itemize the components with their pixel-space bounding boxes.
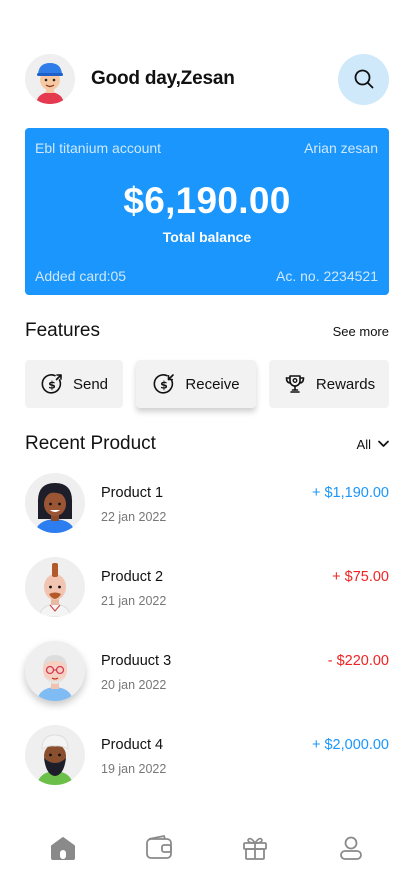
recent-title: Recent Product <box>25 433 156 454</box>
product-date: 20 jan 2022 <box>101 678 167 692</box>
account-number: Ac. no. 2234521 <box>276 268 378 284</box>
product-amount: + $75.00 <box>332 569 389 585</box>
product-name: Product 2 <box>101 569 164 585</box>
product-avatar <box>25 725 85 785</box>
woman-avatar-illustration <box>25 473 85 533</box>
wallet-home-screen: Good day,Zesan Ebl titanium account Aria… <box>0 0 414 896</box>
receive-dollar-icon: $ <box>154 374 175 394</box>
receive-button[interactable]: $ Receive <box>136 360 256 408</box>
balance-card[interactable]: Ebl titanium account Arian zesan $6,190.… <box>25 128 389 295</box>
nav-gift[interactable] <box>239 832 271 864</box>
svg-text:$: $ <box>48 379 56 392</box>
receive-label: Receive <box>185 375 240 393</box>
product-date: 19 jan 2022 <box>101 762 167 776</box>
product-amount: + $1,190.00 <box>311 485 389 501</box>
search-button[interactable] <box>338 53 389 105</box>
balance-label: Total balance <box>162 229 252 245</box>
list-item[interactable]: Product 4 19 jan 2022 + $2,000.00 <box>25 725 389 809</box>
gift-icon <box>243 837 267 860</box>
product-amount: + $2,000.00 <box>311 737 389 753</box>
balance-amount: $6,190.00 <box>123 180 291 221</box>
product-avatar <box>25 641 85 701</box>
user-avatar-illustration <box>25 54 75 104</box>
header: Good day,Zesan <box>25 53 389 105</box>
card-bottom-row: Added card:05 Ac. no. 2234521 <box>35 268 378 284</box>
search-icon <box>354 69 373 89</box>
product-name: Produuct 3 <box>101 653 172 669</box>
rewards-label: Rewards <box>315 375 376 393</box>
list-item[interactable]: Product 1 22 jan 2022 + $1,190.00 <box>25 473 389 557</box>
svg-text:$: $ <box>161 379 169 392</box>
nav-profile[interactable] <box>335 832 367 864</box>
product-amount: - $220.00 <box>327 653 389 669</box>
wallet-icon <box>146 834 172 859</box>
rewards-trophy-icon <box>285 375 305 393</box>
send-label: Send <box>72 375 109 393</box>
chevron-down-icon <box>378 440 389 447</box>
product-list: Product 1 22 jan 2022 + $1,190.00 Produc… <box>25 473 389 809</box>
list-item[interactable]: Product 2 21 jan 2022 + $75.00 <box>25 557 389 641</box>
greeting-text: Good day,Zesan <box>91 68 235 89</box>
old-man-glasses-avatar-illustration <box>25 641 85 701</box>
features-title: Features <box>25 320 100 341</box>
recent-header: Recent Product All <box>25 433 389 455</box>
bottom-nav <box>0 826 414 870</box>
profile-icon <box>340 836 362 860</box>
product-name: Product 4 <box>101 737 164 753</box>
nav-home[interactable] <box>47 832 79 864</box>
list-item[interactable]: Produuct 3 20 jan 2022 - $220.00 <box>25 641 389 725</box>
see-more-link[interactable]: See more <box>333 324 389 339</box>
account-name: Ebl titanium account <box>35 140 162 156</box>
added-card-count: Added card:05 <box>35 268 127 284</box>
rewards-button[interactable]: Rewards <box>269 360 389 408</box>
card-top-row: Ebl titanium account Arian zesan <box>35 140 378 156</box>
nav-wallet[interactable] <box>143 832 175 864</box>
product-date: 22 jan 2022 <box>101 510 167 524</box>
send-button[interactable]: $ Send <box>25 360 123 408</box>
home-icon <box>51 837 75 860</box>
user-avatar[interactable] <box>25 54 75 104</box>
filter-value: All <box>356 436 371 452</box>
account-holder: Arian zesan <box>304 140 378 156</box>
turban-man-avatar-illustration <box>25 725 85 785</box>
send-dollar-icon: $ <box>41 374 62 394</box>
features-header: Features See more <box>25 320 389 342</box>
product-avatar <box>25 473 85 533</box>
mohawk-man-avatar-illustration <box>25 557 85 617</box>
product-date: 21 jan 2022 <box>101 594 167 608</box>
features-row: $ Send $ Receive Rewards <box>25 360 389 408</box>
filter-dropdown[interactable]: All <box>357 437 389 452</box>
product-avatar <box>25 557 85 617</box>
product-name: Product 1 <box>101 485 164 501</box>
